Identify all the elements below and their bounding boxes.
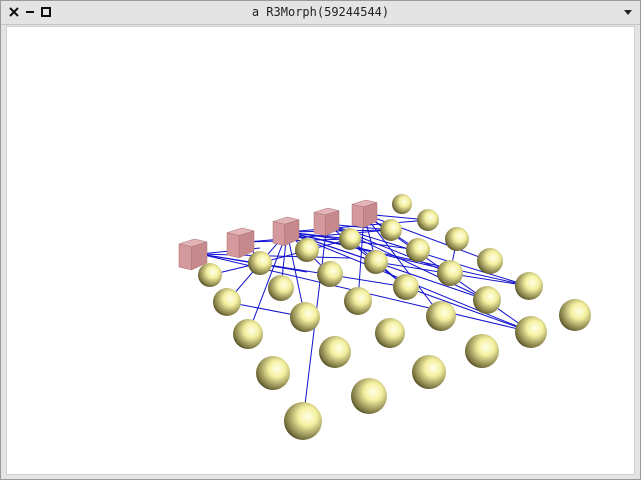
sphere-node[interactable]	[515, 316, 547, 348]
sphere-node[interactable]	[417, 209, 439, 231]
sphere-node[interactable]	[393, 274, 419, 300]
sphere-node[interactable]	[465, 334, 499, 368]
scene-canvas[interactable]	[6, 26, 635, 475]
cube-node[interactable]	[351, 199, 378, 229]
window-title: a R3Morph(59244544)	[251, 5, 390, 19]
sphere-node[interactable]	[515, 272, 543, 300]
sphere-node[interactable]	[406, 238, 430, 262]
sphere-node[interactable]	[256, 356, 290, 390]
sphere-node[interactable]	[295, 238, 319, 262]
sphere-node[interactable]	[426, 301, 456, 331]
sphere-node[interactable]	[339, 228, 361, 250]
cube-node[interactable]	[272, 216, 300, 247]
sphere-node[interactable]	[248, 251, 272, 275]
menu-icon[interactable]	[621, 5, 635, 19]
sphere-node[interactable]	[213, 288, 241, 316]
sphere-node[interactable]	[445, 227, 469, 251]
sphere-node[interactable]	[477, 248, 503, 274]
sphere-node[interactable]	[380, 219, 402, 241]
nodes-layer	[178, 194, 591, 440]
sphere-node[interactable]	[364, 250, 388, 274]
titlebar[interactable]: a R3Morph(59244544)	[1, 1, 640, 25]
sphere-node[interactable]	[233, 319, 263, 349]
sphere-node[interactable]	[392, 194, 412, 214]
sphere-node[interactable]	[290, 302, 320, 332]
cube-node[interactable]	[226, 227, 255, 259]
sphere-node[interactable]	[437, 260, 463, 286]
sphere-node[interactable]	[559, 299, 591, 331]
sphere-node[interactable]	[317, 261, 343, 287]
sphere-node[interactable]	[375, 318, 405, 348]
sphere-node[interactable]	[284, 402, 322, 440]
3d-scene[interactable]	[7, 27, 634, 474]
sphere-node[interactable]	[319, 336, 351, 368]
sphere-node[interactable]	[412, 355, 446, 389]
sphere-node[interactable]	[351, 378, 387, 414]
sphere-node[interactable]	[198, 263, 222, 287]
cube-node[interactable]	[178, 238, 208, 271]
sphere-node[interactable]	[473, 286, 501, 314]
window: a R3Morph(59244544)	[0, 0, 641, 480]
sphere-node[interactable]	[268, 275, 294, 301]
sphere-node[interactable]	[344, 287, 372, 315]
